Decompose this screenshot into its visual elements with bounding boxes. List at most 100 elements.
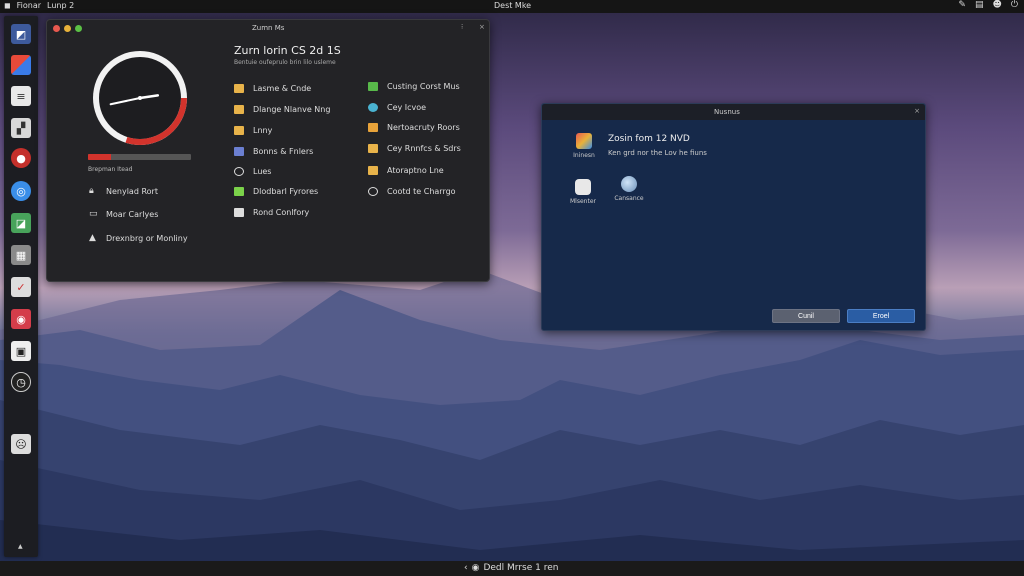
monitor-icon[interactable] <box>575 179 591 195</box>
globe-icon <box>368 103 378 112</box>
calendar-icon <box>234 147 244 156</box>
menu-label: Bonns & Fnlers <box>253 147 314 156</box>
menu-item-c2-3[interactable]: Nertoacruty Roors <box>368 123 460 132</box>
photos-icon[interactable] <box>11 55 31 75</box>
apple-menu-icon[interactable]: ◼ <box>4 1 11 10</box>
bag-icon <box>368 123 378 132</box>
progress-label: Brepman Itead <box>88 166 133 173</box>
archive-icon[interactable]: ▦ <box>11 245 31 265</box>
pen-icon[interactable]: ✎ <box>958 0 966 10</box>
menu-item-c2-1[interactable]: Custing Corst Mus <box>368 82 460 91</box>
menu-item-c1-3[interactable]: Lnny <box>234 126 272 135</box>
files-icon[interactable]: ◩ <box>11 24 31 44</box>
power-icon[interactable]: ⏻ <box>1011 0 1018 10</box>
menu-label: Dlodbarl Fyrores <box>253 187 319 196</box>
menu-item-c2-4[interactable]: Cey Rnnfcs & Sdrs <box>368 144 461 153</box>
menu-label: Dlange Nlanve Nng <box>253 105 331 114</box>
topbar-title: Dest Mke <box>494 1 532 10</box>
editor-icon[interactable]: ▞ <box>11 118 31 138</box>
dialog-titlebar[interactable]: Nusnus × <box>542 104 925 120</box>
menu-item-c1-1[interactable]: Lasme & Cnde <box>234 84 311 93</box>
window-title: Zumn Ms <box>252 24 285 32</box>
menu-label: Lues <box>253 167 272 176</box>
minimize-button[interactable] <box>64 25 71 32</box>
user-icon: ▲ <box>89 233 96 243</box>
record-icon[interactable]: ● <box>11 148 31 168</box>
globe-icon[interactable] <box>621 176 637 192</box>
top-menu-bar: ◼ Fionar Lunp 2 Dest Mke ✎ ▤ ☻ ⏻ <box>0 0 1024 13</box>
dock: ◩ ≡ ▞ ● ◎ ◪ ▦ ✓ ◉ ▣ ◷ ☹ ▲ <box>4 16 38 557</box>
folder-icon <box>368 166 378 175</box>
back-icon[interactable]: ‹ <box>464 563 468 573</box>
status-text: Dedl Mrrse 1 ren <box>483 563 559 573</box>
app-icon <box>576 133 592 149</box>
folder-icon <box>234 126 244 135</box>
list-item-label: Drexnbrg or Monliny <box>106 234 188 243</box>
menu-item-c1-5[interactable]: Lues <box>234 167 271 176</box>
menu-label: Lnny <box>253 126 273 135</box>
dialog-title: Nusnus <box>714 108 740 116</box>
dialog-close-icon[interactable]: × <box>914 107 920 115</box>
menu-label: Atoraptno Lne <box>387 166 444 175</box>
menu-label: Custing Corst Mus <box>387 82 460 91</box>
laptop-icon: ▭ <box>89 209 98 219</box>
menu-label: Cey Icvoe <box>387 103 427 112</box>
menu-item-c1-6[interactable]: Dlodbarl Fyrores <box>234 187 318 196</box>
person-icon[interactable]: ☻ <box>992 0 1001 10</box>
menu-label: Lasme & Cnde <box>253 84 312 93</box>
bottom-status-bar: ‹ ◉ Dedl Mrrse 1 ren <box>0 561 1024 576</box>
menu-item-app[interactable]: Fionar <box>17 1 41 10</box>
terminal-icon[interactable]: ▣ <box>11 341 31 361</box>
pin-icon[interactable]: ⁝ <box>461 23 463 31</box>
dialog-subheading: Ken grd nor the Lov he fiuns <box>608 149 707 157</box>
app-icon-label: Ininesn <box>573 152 595 159</box>
close-button[interactable] <box>53 25 60 32</box>
main-window-titlebar[interactable]: Zumn Ms ⁝ × <box>47 20 489 36</box>
trash-icon <box>234 187 244 196</box>
notes-icon[interactable]: ≡ <box>11 86 31 106</box>
chart-icon <box>368 82 378 91</box>
browser-icon[interactable]: ◎ <box>11 181 31 201</box>
lock-icon: 🔒︎ <box>89 186 94 196</box>
menu-item-c1-4[interactable]: Bonns & Fnlers <box>234 147 313 156</box>
drive-icon <box>234 208 244 217</box>
doc-icon[interactable]: ▤ <box>975 0 984 10</box>
window1-heading: Zurn lorin CS 2d 1S <box>234 44 341 57</box>
menu-item-c1-7[interactable]: Rond Conlfory <box>234 208 309 217</box>
list-item-2[interactable]: ▭ Moar Carlyes <box>89 209 159 220</box>
dialog-window: Nusnus × Ininesn Zosin fom 12 NVD Ken gr… <box>541 103 926 331</box>
list-item-3[interactable]: ▲ Drexnbrg or Monliny <box>89 233 188 244</box>
record-icon[interactable]: ◉ <box>472 563 480 573</box>
progress-fill <box>88 154 111 160</box>
menu-label: Cootd te Charrgo <box>387 187 456 196</box>
ok-button[interactable]: Eroel <box>847 309 915 323</box>
clock-widget <box>93 51 187 145</box>
list-item-label: Moar Carlyes <box>106 210 159 219</box>
globe-label: Cansance <box>614 195 644 202</box>
maximize-button[interactable] <box>75 25 82 32</box>
monitor-label: Mlsenter <box>570 198 596 205</box>
folder-icon <box>234 84 244 93</box>
list-item-1[interactable]: 🔒︎ Nenylad Rort <box>89 186 158 197</box>
menu-item-c2-2[interactable]: Cey Icvoe <box>368 103 426 112</box>
menu-item-c2-5[interactable]: Atoraptno Lne <box>368 166 444 175</box>
menu-item-c2-6[interactable]: Cootd te Charrgo <box>368 187 456 196</box>
camera-icon[interactable]: ◉ <box>11 309 31 329</box>
brush-icon[interactable]: ✓ <box>11 277 31 297</box>
circle-icon <box>234 167 244 176</box>
dock-arrow-icon[interactable]: ▲ <box>18 543 23 550</box>
menu-item-file[interactable]: Lunp 2 <box>47 1 74 10</box>
progress-bar <box>88 154 191 160</box>
clock-icon[interactable]: ◷ <box>11 372 31 392</box>
maps-icon[interactable]: ◪ <box>11 213 31 233</box>
window1-subheading: Bentuie oufeprulo brin lilo usleme <box>234 59 336 66</box>
menu-label: Nertoacruty Roors <box>387 123 460 132</box>
cancel-button[interactable]: Cunil <box>772 309 840 323</box>
window-close-icon[interactable]: × <box>479 23 485 31</box>
menu-item-c1-2[interactable]: Dlange Nlanve Nng <box>234 105 330 114</box>
main-window: Zumn Ms ⁝ × Brepman Itead 🔒︎ Nenylad Ror… <box>46 19 490 282</box>
face-icon[interactable]: ☹ <box>11 434 31 454</box>
folder-icon <box>234 105 244 114</box>
menu-label: Rond Conlfory <box>253 208 310 217</box>
menu-label: Cey Rnnfcs & Sdrs <box>387 144 461 153</box>
